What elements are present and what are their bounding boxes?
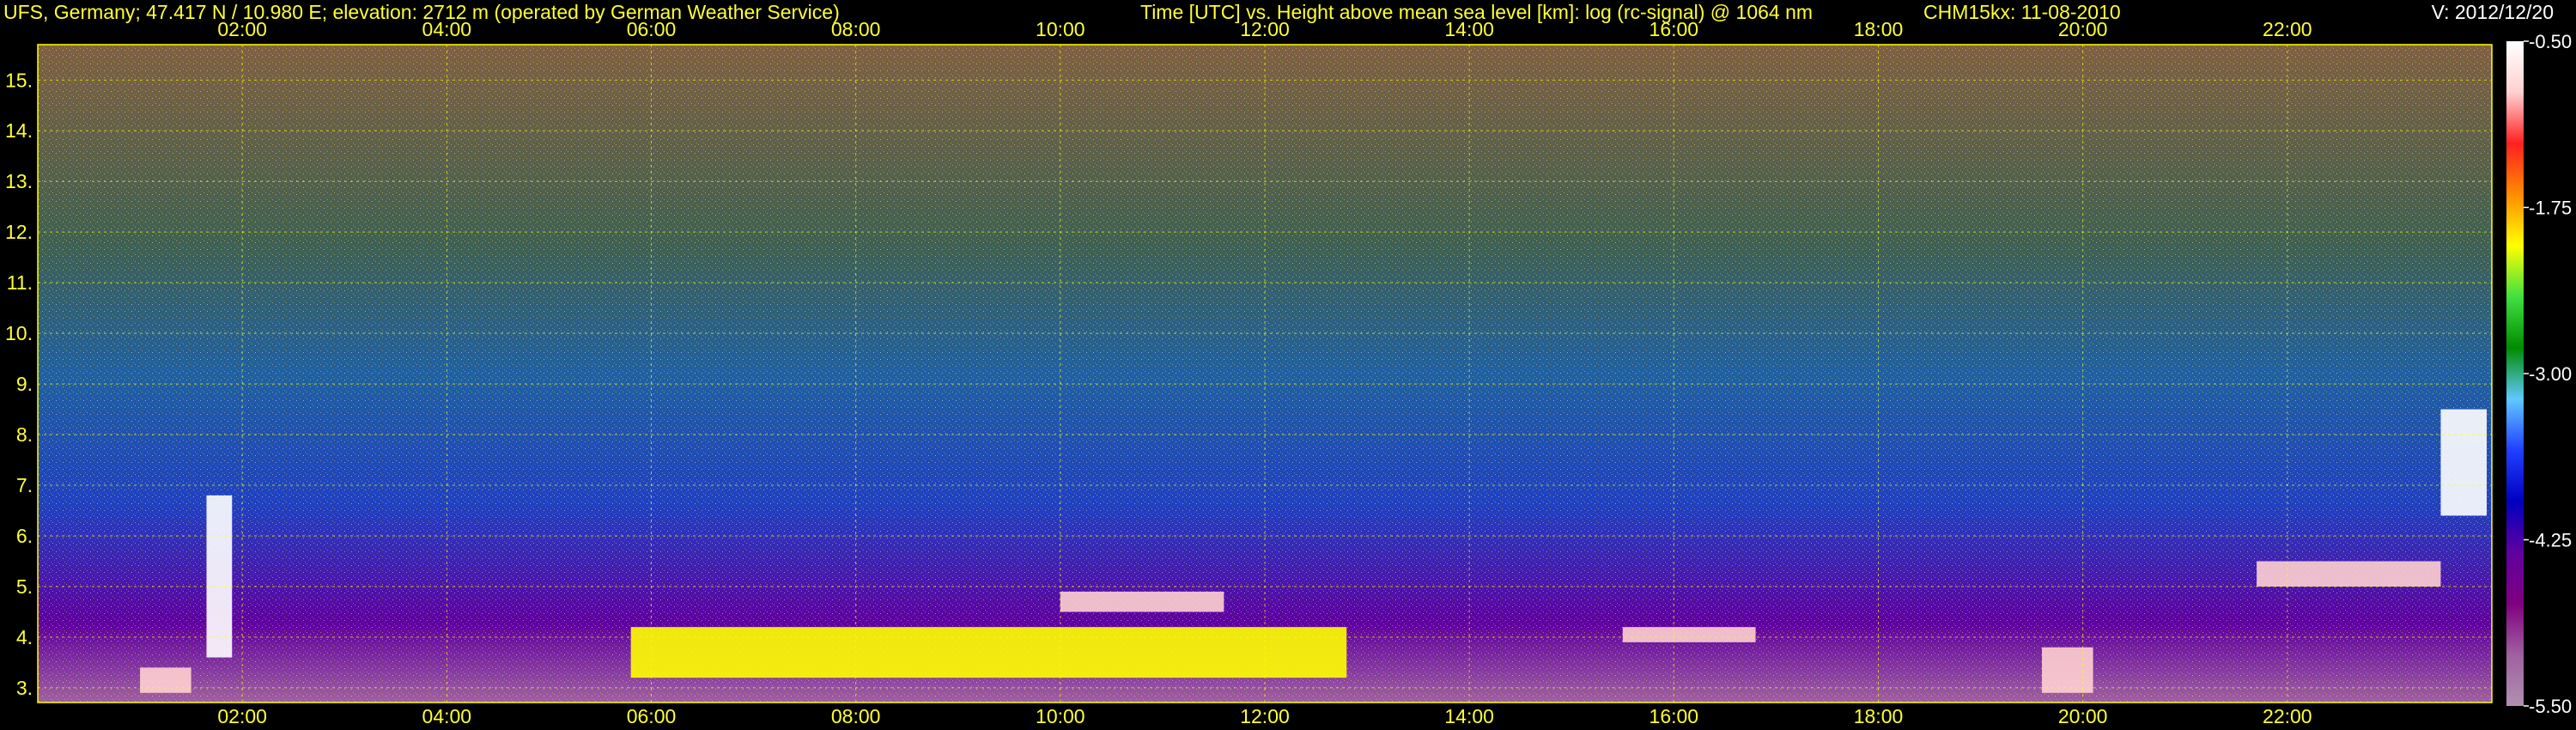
y-tick-label: 3. [16,677,33,699]
feature-boundary-layer-aerosol [630,627,1347,678]
x-tick-label-top: 04:00 [422,18,472,40]
x-tick-label-bottom: 04:00 [422,705,472,727]
feature-cloud [2440,409,2488,516]
x-tick-label-top: 02:00 [217,18,267,40]
y-tick-label: 10. [5,322,33,344]
y-tick-label: 5. [16,575,33,598]
y-axis: 3. 4. 5. 6. 7. 8. 9. 10. 11. 12. 13. 14. 15. [5,69,33,699]
colorbar: -0.50 -1.75 -3.00 -4.25 -5.50 [2506,31,2572,717]
y-tick-label: 15. [5,69,33,91]
feature-cloud [140,667,191,693]
y-tick-label: 8. [16,423,33,446]
x-tick-label-bottom: 20:00 [2058,705,2108,727]
ceilometer-chart: 02:00 04:00 06:00 08:00 10:00 12:00 14:00 16:00… [5,18,2572,727]
x-tick-label-top: 22:00 [2263,18,2312,40]
feature-cloud [206,495,233,658]
y-tick-label: 11. [7,271,33,294]
x-tick-label-bottom: 02:00 [217,705,267,727]
y-tick-label: 12. [5,221,33,243]
x-axis-bottom: 02:00 04:00 06:00 08:00 10:00 12:00 14:00 16:00… [217,705,2312,727]
feature-cloud [2042,647,2093,693]
colorbar-tick-label: -5.50 [2529,696,2572,717]
colorbar-tick-label: -0.50 [2529,31,2572,52]
feature-cloud-top-layer [1622,627,1756,642]
x-tick-label-bottom: 12:00 [1240,705,1290,727]
colorbar-tick-label: -3.00 [2529,363,2572,385]
x-tick-label-bottom: 16:00 [1649,705,1699,727]
y-tick-label: 14. [5,119,33,142]
y-tick-label: 6. [16,525,33,547]
x-tick-label-top: 18:00 [1854,18,1904,40]
x-tick-label-top: 12:00 [1240,18,1290,40]
y-tick-label: 7. [16,474,33,496]
x-axis-top: 02:00 04:00 06:00 08:00 10:00 12:00 14:00 16:00… [217,18,2312,40]
x-tick-label-top: 06:00 [627,18,677,40]
x-tick-label-top: 20:00 [2058,18,2108,40]
colorbar-tick-label: -4.25 [2529,530,2572,551]
x-tick-label-bottom: 14:00 [1444,705,1494,727]
colorbar-scale [2506,41,2524,706]
colorbar-tick-label: -1.75 [2529,198,2572,219]
x-tick-label-bottom: 22:00 [2263,705,2312,727]
x-tick-label-top: 14:00 [1444,18,1494,40]
x-tick-label-top: 08:00 [831,18,881,40]
y-tick-label: 4. [16,626,33,648]
x-tick-label-top: 16:00 [1649,18,1699,40]
x-tick-label-top: 10:00 [1036,18,1085,40]
x-tick-label-bottom: 18:00 [1854,705,1904,727]
x-tick-label-bottom: 10:00 [1036,705,1085,727]
y-tick-label: 9. [16,373,33,395]
feature-cloud-top-layer [2257,561,2441,587]
x-tick-label-bottom: 08:00 [831,705,881,727]
x-tick-label-bottom: 06:00 [627,705,677,727]
y-tick-label: 13. [5,170,33,192]
feature-cloud-top-layer [1060,591,1224,612]
